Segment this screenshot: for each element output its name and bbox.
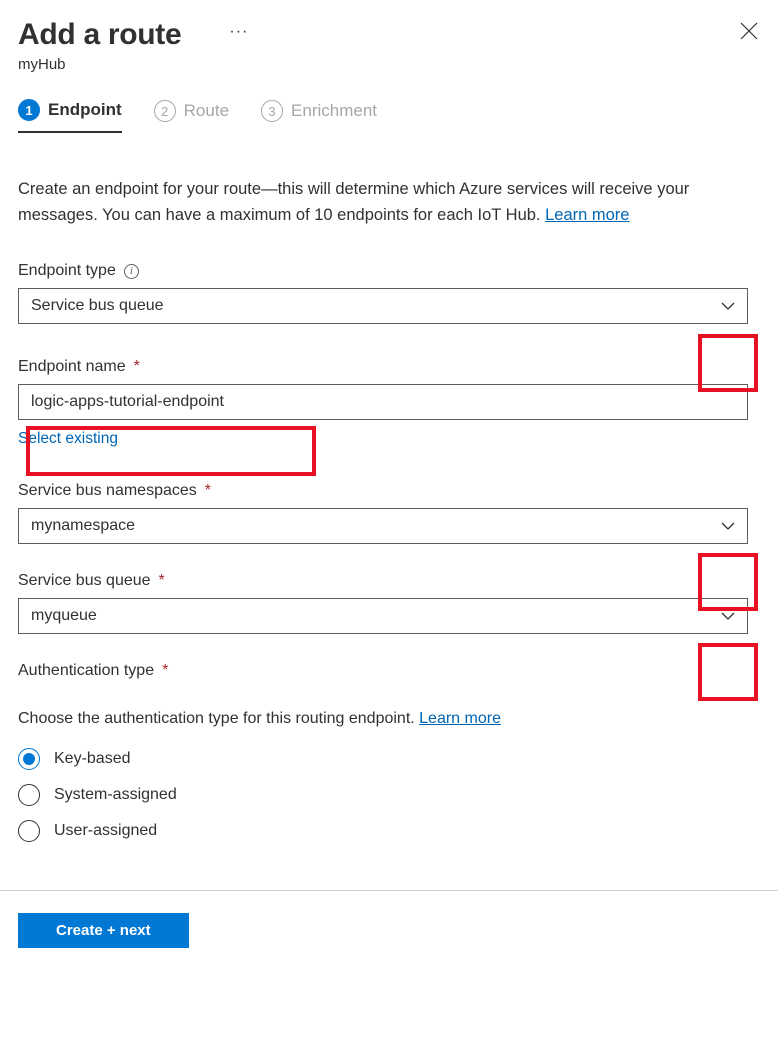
radio-icon (18, 784, 40, 806)
required-indicator: * (205, 482, 211, 500)
tab-label: Enrichment (291, 101, 377, 121)
field-queue: Service bus queue * myqueue (18, 572, 748, 634)
radio-label: User-assigned (54, 822, 157, 840)
select-existing-link[interactable]: Select existing (18, 430, 748, 448)
step-badge: 2 (154, 100, 176, 122)
field-endpoint-type: Endpoint type i Service bus queue (18, 262, 748, 324)
field-endpoint-name: Endpoint name * Select existing (18, 358, 748, 448)
radio-system-assigned[interactable]: System-assigned (18, 784, 748, 806)
radio-icon (18, 748, 40, 770)
select-value: myqueue (31, 607, 97, 625)
select-value: Service bus queue (31, 297, 164, 315)
endpoint-name-input[interactable] (18, 384, 748, 420)
step-badge: 3 (261, 100, 283, 122)
auth-desc-text: Choose the authentication type for this … (18, 710, 419, 727)
radio-key-based[interactable]: Key-based (18, 748, 748, 770)
select-value: mynamespace (31, 517, 135, 535)
endpoint-type-select[interactable]: Service bus queue (18, 288, 748, 324)
field-auth-type: Authentication type * Choose the authent… (18, 662, 748, 842)
required-indicator: * (162, 662, 168, 680)
field-label: Service bus queue (18, 572, 151, 590)
tab-enrichment[interactable]: 3 Enrichment (261, 99, 377, 133)
field-label: Endpoint type (18, 262, 116, 280)
close-button[interactable] (740, 18, 760, 44)
tab-endpoint[interactable]: 1 Endpoint (18, 99, 122, 133)
radio-icon (18, 820, 40, 842)
tab-label: Route (184, 101, 229, 121)
namespace-select[interactable]: mynamespace (18, 508, 748, 544)
page-title: Add a route (18, 18, 181, 52)
tab-route[interactable]: 2 Route (154, 99, 229, 133)
radio-label: System-assigned (54, 786, 177, 804)
page-subtitle: myHub (18, 56, 248, 73)
field-namespace: Service bus namespaces * mynamespace (18, 482, 748, 544)
create-next-button[interactable]: Create + next (18, 913, 189, 948)
required-indicator: * (159, 572, 165, 590)
wizard-tabs: 1 Endpoint 2 Route 3 Enrichment (18, 99, 760, 133)
step-badge: 1 (18, 99, 40, 121)
radio-user-assigned[interactable]: User-assigned (18, 820, 748, 842)
tab-label: Endpoint (48, 100, 122, 120)
chevron-down-icon (721, 607, 735, 625)
info-icon[interactable]: i (124, 264, 139, 279)
field-label: Authentication type (18, 662, 154, 680)
intro-text: Create an endpoint for your route—this w… (18, 177, 748, 228)
queue-select[interactable]: myqueue (18, 598, 748, 634)
more-icon[interactable]: ··· (229, 24, 248, 46)
auth-learn-more-link[interactable]: Learn more (419, 710, 501, 727)
auth-description: Choose the authentication type for this … (18, 710, 748, 728)
required-indicator: * (134, 358, 140, 376)
auth-radio-group: Key-based System-assigned User-assigned (18, 748, 748, 842)
radio-label: Key-based (54, 750, 131, 768)
field-label: Endpoint name (18, 358, 126, 376)
learn-more-link[interactable]: Learn more (545, 206, 629, 224)
chevron-down-icon (721, 297, 735, 315)
chevron-down-icon (721, 517, 735, 535)
field-label: Service bus namespaces (18, 482, 197, 500)
close-icon (740, 22, 758, 40)
